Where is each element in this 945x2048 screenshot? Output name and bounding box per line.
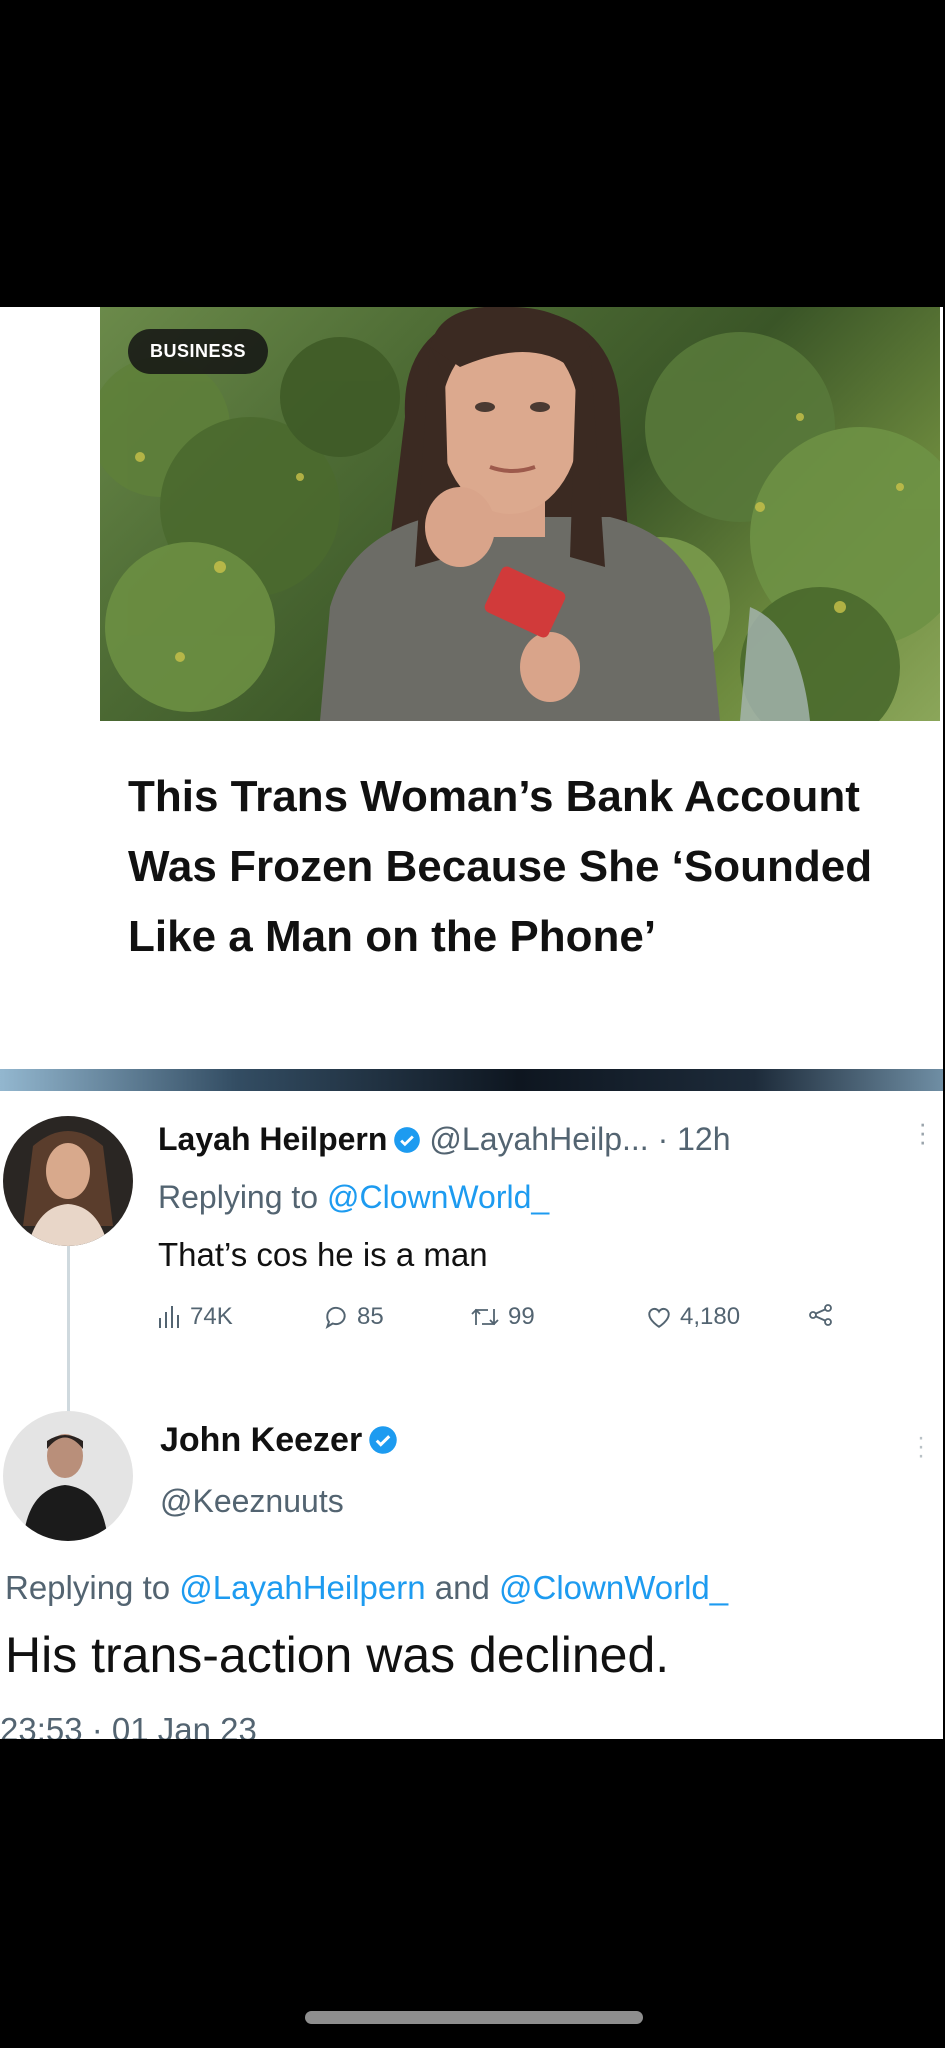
article-photo[interactable]: BUSINESS: [100, 307, 940, 721]
views-count: 74K: [190, 1303, 233, 1330]
more-options-icon[interactable]: · · ·: [917, 1426, 925, 1468]
replying-prefix: Replying to: [5, 1569, 171, 1606]
tweet2-handle[interactable]: @Keeznuuts: [160, 1483, 344, 1520]
mention-link[interactable]: @ClownWorld_: [499, 1569, 728, 1606]
heart-icon: [648, 1307, 670, 1328]
replying-and: and: [434, 1569, 490, 1606]
mention-link[interactable]: @ClownWorld_: [327, 1179, 549, 1215]
verified-badge-icon: [368, 1425, 398, 1464]
tweet2-text: His trans-action was declined.: [5, 1627, 670, 1683]
verified-badge-icon: [393, 1125, 421, 1162]
retweet-count: 99: [508, 1303, 535, 1330]
tweet1-text: That’s cos he is a man: [158, 1236, 488, 1273]
tweet1-time[interactable]: 12h: [677, 1121, 730, 1157]
views-bar-chart-icon: [159, 1306, 179, 1328]
share-button[interactable]: [808, 1303, 834, 1327]
more-options-icon[interactable]: · · ·: [918, 1110, 927, 1154]
tweet1-header: Layah Heilpern @LayahHeilp... · 12h: [158, 1121, 918, 1171]
views-button[interactable]: 74K: [158, 1303, 233, 1331]
screenshot-page: BUSINESS This Trans Woman’s Bank Account…: [0, 0, 945, 2048]
reply-button[interactable]: 85: [323, 1303, 384, 1331]
retweet-icon: [471, 1308, 499, 1326]
avatar-image: [3, 1116, 133, 1246]
avatar-layah[interactable]: [3, 1116, 133, 1246]
share-icon: [809, 1304, 832, 1326]
avatar-john[interactable]: [3, 1411, 133, 1541]
tweet1-author-name[interactable]: Layah Heilpern: [158, 1121, 387, 1157]
article-card[interactable]: BUSINESS This Trans Woman’s Bank Account…: [0, 307, 943, 1069]
reply-icon: [325, 1306, 346, 1329]
like-button[interactable]: 4,180: [646, 1303, 740, 1331]
tweet1-separator: ·: [657, 1121, 669, 1157]
mention-link[interactable]: @LayahHeilpern: [179, 1569, 425, 1606]
tweet2-timestamp[interactable]: 23:53 · 01 Jan 23: [0, 1710, 257, 1739]
tweet2-replying-to: Replying to @LayahHeilpern and @ClownWor…: [5, 1569, 728, 1607]
retweet-button[interactable]: 99: [470, 1303, 535, 1331]
section-badge[interactable]: BUSINESS: [128, 329, 269, 374]
like-count: 4,180: [680, 1303, 741, 1330]
replying-prefix: Replying to: [158, 1179, 319, 1215]
tweet1-handle[interactable]: @LayahHeilp...: [429, 1121, 648, 1157]
tweet2-author-name[interactable]: John Keezer: [160, 1421, 406, 1464]
article-headline[interactable]: This Trans Woman’s Bank Account Was Froz…: [128, 762, 918, 972]
reply-count: 85: [357, 1303, 384, 1330]
tweet2-name-text: John Keezer: [160, 1421, 363, 1459]
tweet1-actions: 74K 85 99 4,180: [158, 1303, 858, 1343]
tweet-thread: Layah Heilpern @LayahHeilp... · 12h · · · R…: [0, 1091, 943, 1739]
avatar-image: [3, 1411, 133, 1541]
tweet1-replying-to: Replying to @ClownWorld_: [158, 1179, 549, 1216]
home-indicator[interactable]: [305, 2011, 643, 2024]
divider-strip: [0, 1069, 943, 1091]
